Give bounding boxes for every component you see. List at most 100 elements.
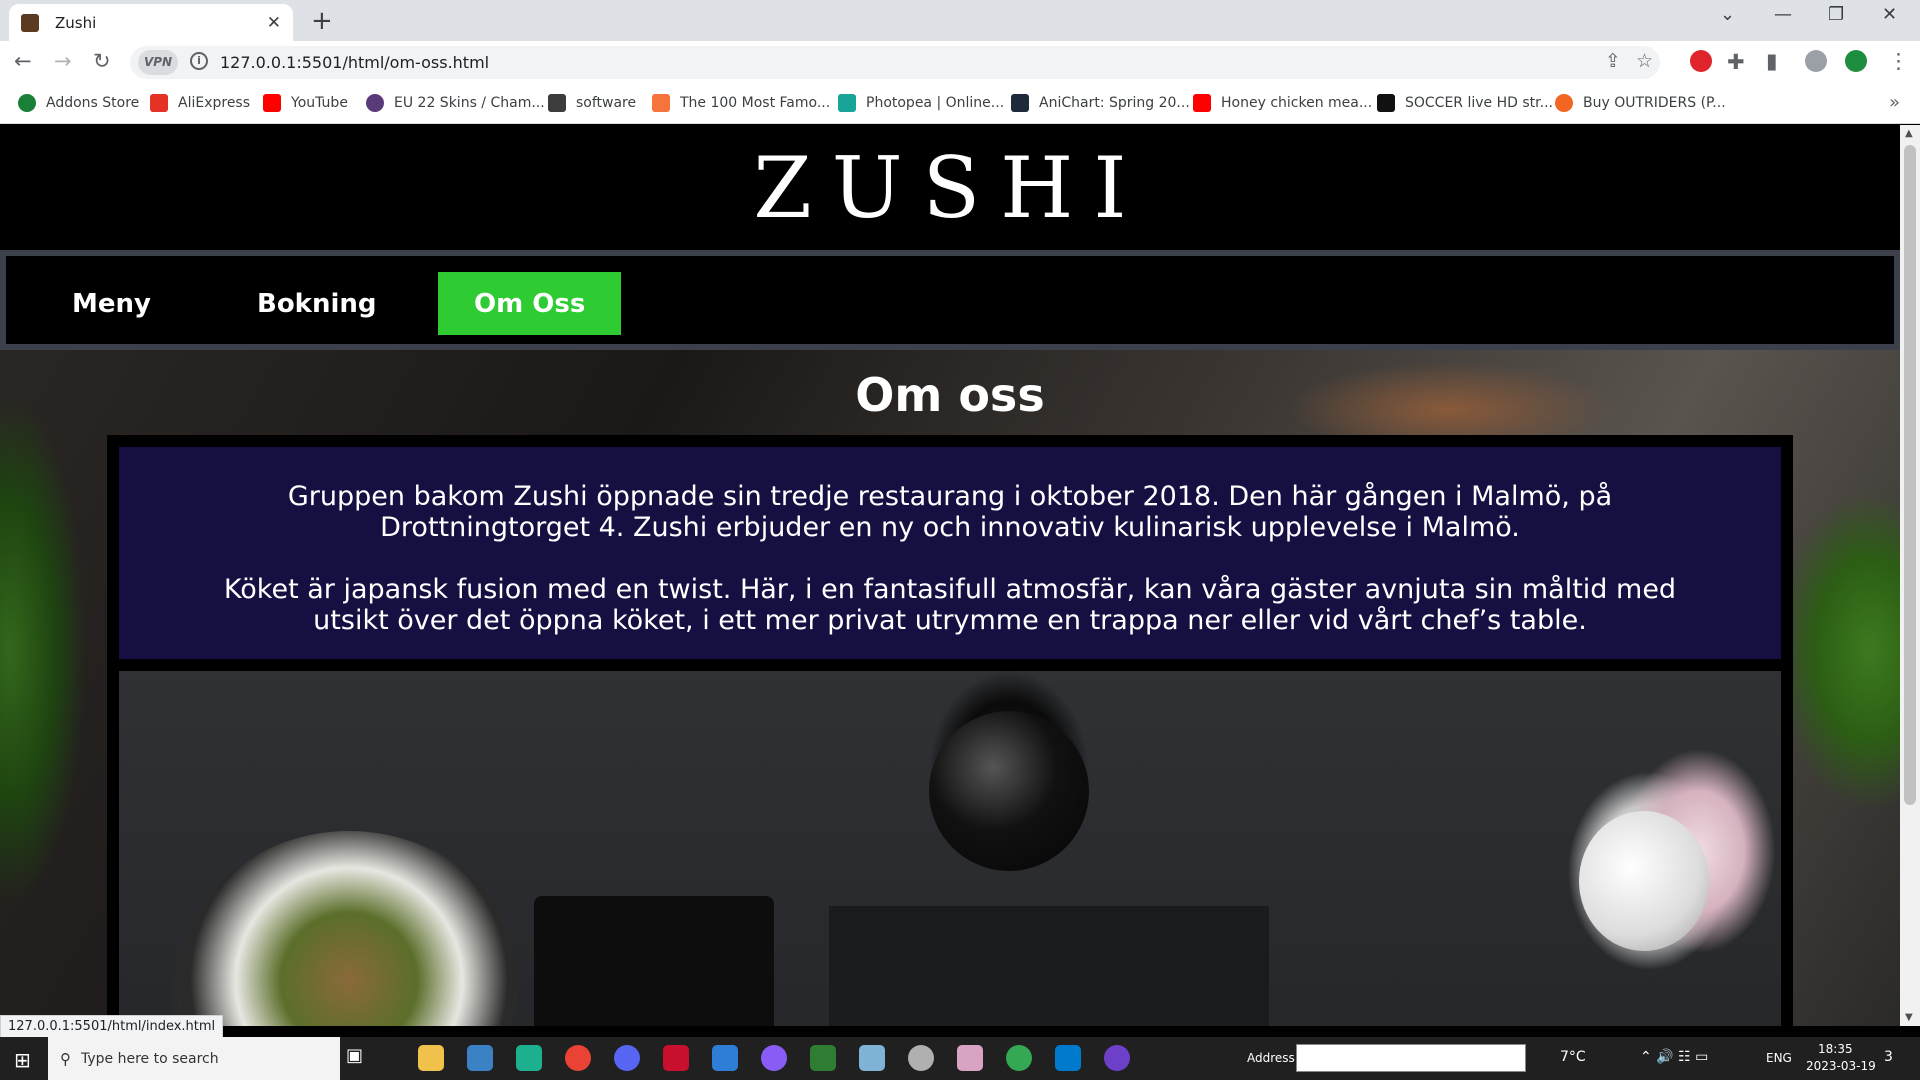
share-icon[interactable]: ⇪ xyxy=(1605,50,1621,72)
bookmark-label: EU 22 Skins / Cham... xyxy=(394,95,545,111)
vscode-icon[interactable] xyxy=(1055,1045,1081,1071)
store-icon[interactable] xyxy=(467,1045,493,1071)
clock-time[interactable]: 18:35 xyxy=(1818,1042,1853,1056)
bookmark-favicon-icon xyxy=(652,94,670,112)
windows-start-icon[interactable]: ⊞ xyxy=(14,1048,31,1072)
bookmark-favicon-icon xyxy=(838,94,856,112)
bookmark-label: AliExpress xyxy=(178,95,251,111)
forward-icon[interactable]: → xyxy=(54,49,72,73)
browser-toolbar: ← → ↻ VPN i 127.0.0.1:5501/html/om-oss.h… xyxy=(0,41,1920,84)
bookmark-item[interactable]: Addons Store xyxy=(18,94,139,112)
app-icon[interactable] xyxy=(516,1045,542,1071)
tray-graphic xyxy=(534,896,774,1026)
scroll-down-icon[interactable]: ▼ xyxy=(1905,1012,1913,1023)
browser-menu-icon[interactable]: ⋮ xyxy=(1888,49,1909,73)
browser-tab[interactable]: Zushi ✕ xyxy=(9,4,293,41)
reload-icon[interactable]: ↻ xyxy=(93,49,111,73)
notification-center-icon[interactable]: 3 xyxy=(1884,1049,1893,1065)
shield-extension-icon[interactable] xyxy=(1845,50,1867,72)
side-panel-icon[interactable]: ▮ xyxy=(1766,49,1778,73)
bookmark-favicon-icon xyxy=(1193,94,1211,112)
background-image: Om oss Gruppen bakom Zushi öppnade sin t… xyxy=(0,350,1900,1026)
discord-icon[interactable] xyxy=(614,1045,640,1071)
new-tab-icon[interactable]: + xyxy=(311,6,333,36)
bookmark-item[interactable]: Honey chicken mea... xyxy=(1193,94,1372,112)
page-scrollbar[interactable]: ▲ ▼ xyxy=(1900,125,1920,1026)
clock-date[interactable]: 2023-03-19 xyxy=(1806,1059,1876,1073)
bookmark-label: The 100 Most Famo... xyxy=(680,95,831,111)
app-icon[interactable] xyxy=(859,1045,885,1071)
site-favicon-icon xyxy=(21,13,39,32)
bookmark-item[interactable]: software xyxy=(548,94,636,112)
tab-title: Zushi xyxy=(55,13,97,32)
close-window-icon[interactable]: ✕ xyxy=(1882,4,1897,25)
file-explorer-icon[interactable] xyxy=(418,1045,444,1071)
bookmark-label: software xyxy=(576,95,637,111)
more-bookmarks-chevron-icon[interactable]: » xyxy=(1889,92,1900,113)
nav-link-bokning[interactable]: Bokning xyxy=(221,272,413,335)
scroll-up-icon[interactable]: ▲ xyxy=(1905,128,1913,139)
bookmark-item[interactable]: AniChart: Spring 20... xyxy=(1011,94,1190,112)
tab-close-icon[interactable]: ✕ xyxy=(267,13,281,33)
bookmark-item[interactable]: The 100 Most Famo... xyxy=(652,94,830,112)
minimize-icon[interactable]: — xyxy=(1774,4,1792,25)
bookmark-favicon-icon xyxy=(18,94,36,112)
vpn-browser-icon[interactable] xyxy=(761,1045,787,1071)
address-toolbar-label: Address xyxy=(1247,1051,1295,1065)
tab-search-chevron-icon[interactable]: ⌄ xyxy=(1720,4,1735,25)
search-icon: ⚲ xyxy=(60,1049,71,1068)
github-desktop-icon[interactable] xyxy=(1104,1045,1130,1071)
bookmark-favicon-icon xyxy=(366,94,384,112)
task-view-icon[interactable]: ▣ xyxy=(346,1045,372,1071)
app-icon[interactable] xyxy=(957,1045,983,1071)
teapot-graphic xyxy=(929,711,1089,871)
link-status-bubble: 127.0.0.1:5501/html/index.html xyxy=(0,1015,224,1038)
extensions-puzzle-icon[interactable]: ✚ xyxy=(1727,50,1745,74)
bookmark-item[interactable]: Buy OUTRIDERS (P... xyxy=(1555,94,1726,112)
bookmark-label: Buy OUTRIDERS (P... xyxy=(1583,95,1726,111)
taskbar-search-box[interactable]: ⚲ Type here to search xyxy=(48,1037,340,1080)
bookmark-item[interactable]: Photopea | Online... xyxy=(838,94,1004,112)
site-logo[interactable]: ZUSHI xyxy=(0,125,1900,250)
scrollbar-thumb[interactable] xyxy=(1904,145,1916,805)
about-text-box: Gruppen bakom Zushi öppnade sin tredje r… xyxy=(119,447,1781,659)
bookmark-item[interactable]: AliExpress xyxy=(150,94,250,112)
bookmark-label: Photopea | Online... xyxy=(866,95,1005,111)
page-title: Om oss xyxy=(855,368,1045,422)
bookmark-label: AniChart: Spring 20... xyxy=(1039,95,1190,111)
bookmark-favicon-icon xyxy=(1377,94,1395,112)
bitwarden-icon[interactable] xyxy=(712,1045,738,1071)
restaurant-table-photo xyxy=(119,671,1781,1026)
bookmark-item[interactable]: EU 22 Skins / Cham... xyxy=(366,94,545,112)
adblock-extension-icon[interactable] xyxy=(1690,50,1712,72)
about-card: Gruppen bakom Zushi öppnade sin tredje r… xyxy=(107,435,1793,1026)
taskbar-search-placeholder: Type here to search xyxy=(81,1050,219,1067)
page-viewport: ZUSHI Meny Bokning Om Oss Om oss Gruppen… xyxy=(0,125,1900,1026)
language-indicator[interactable]: ENG xyxy=(1766,1051,1792,1065)
about-paragraph: Gruppen bakom Zushi öppnade sin tredje r… xyxy=(287,481,1613,543)
about-paragraph: Köket är japansk fusion med en twist. Hä… xyxy=(223,574,1677,636)
bookmark-favicon-icon xyxy=(263,94,281,112)
vpn-icon[interactable]: VPN xyxy=(138,50,178,75)
address-bar[interactable]: VPN i 127.0.0.1:5501/html/om-oss.html ⇪ … xyxy=(130,46,1660,79)
back-icon[interactable]: ← xyxy=(14,49,32,73)
bookmark-label: Addons Store xyxy=(46,95,140,111)
bookmark-item[interactable]: YouTube xyxy=(263,94,348,112)
league-client-icon[interactable] xyxy=(810,1045,836,1071)
restore-icon[interactable]: ❐ xyxy=(1828,4,1844,25)
valorant-icon[interactable] xyxy=(663,1045,689,1071)
tray-icons[interactable]: ⌃ 🔊 ☷ ▭ xyxy=(1640,1049,1708,1065)
nav-link-om-oss[interactable]: Om Oss xyxy=(438,272,622,335)
address-toolbar-input[interactable] xyxy=(1296,1044,1526,1072)
app-icon[interactable] xyxy=(908,1045,934,1071)
site-info-icon[interactable]: i xyxy=(190,52,208,70)
bookmark-star-icon[interactable]: ☆ xyxy=(1636,50,1653,72)
chrome-icon[interactable] xyxy=(565,1045,591,1071)
url-text[interactable]: 127.0.0.1:5501/html/om-oss.html xyxy=(220,53,489,72)
weather-widget[interactable]: 7°C xyxy=(1560,1049,1586,1065)
bookmark-item[interactable]: SOCCER live HD str... xyxy=(1377,94,1553,112)
site-nav: Meny Bokning Om Oss xyxy=(0,250,1900,350)
chrome-profile-icon[interactable] xyxy=(1006,1045,1032,1071)
profile-avatar-icon[interactable] xyxy=(1805,50,1827,72)
nav-link-meny[interactable]: Meny xyxy=(36,272,187,335)
